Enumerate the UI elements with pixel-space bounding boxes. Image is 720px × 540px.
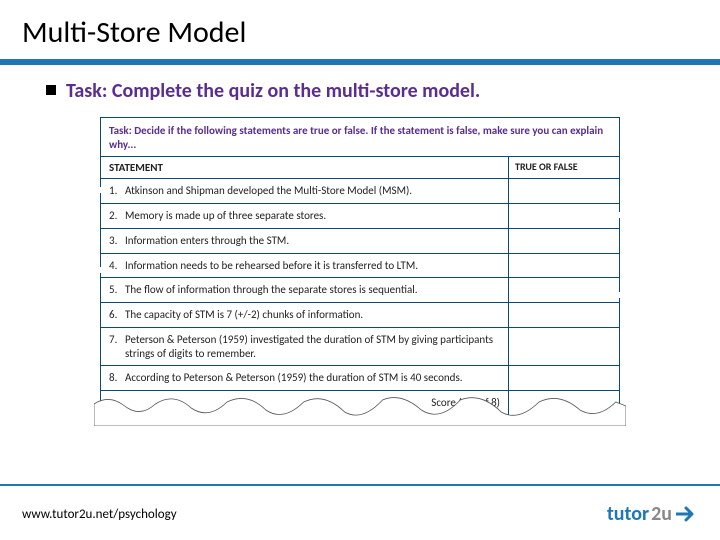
row-tf: [509, 179, 619, 203]
table-row: 3. Information enters through the STM.: [101, 229, 619, 254]
row-num: 8.: [101, 366, 125, 390]
row-statement: Memory is made up of three separate stor…: [125, 204, 509, 228]
quiz-table: Task: Decide if the following statements…: [100, 117, 620, 416]
row-tf: [509, 303, 619, 327]
row-tf: [509, 254, 619, 278]
footer: www.tutor2u.net/psychology tutor2u: [0, 502, 720, 526]
title-divider: [0, 59, 720, 65]
table-row: 5. The flow of information through the s…: [101, 278, 619, 303]
score-row: Score (out of 8): [101, 391, 619, 415]
quiz-image: Task: Decide if the following statements…: [100, 117, 620, 416]
logo-text-a: tutor: [607, 502, 649, 526]
torn-nick-icon: [616, 212, 624, 218]
row-tf: [509, 278, 619, 302]
row-num: 1.: [101, 179, 125, 203]
task-bullet-row: Task: Complete the quiz on the multi-sto…: [46, 79, 674, 103]
page-title: Multi-Store Model: [0, 0, 720, 59]
table-row: 4. Information needs to be rehearsed bef…: [101, 254, 619, 279]
row-statement: Information needs to be rehearsed before…: [125, 254, 509, 278]
table-row: 8. According to Peterson & Peterson (195…: [101, 366, 619, 391]
task-instruction: Task: Complete the quiz on the multi-sto…: [66, 79, 480, 103]
torn-nick-icon: [96, 267, 104, 273]
row-statement: The capacity of STM is 7 (+/-2) chunks o…: [125, 303, 509, 327]
arrow-right-icon: [676, 506, 698, 522]
col-tf-header: TRUE OR FALSE: [509, 157, 619, 179]
table-row: 6. The capacity of STM is 7 (+/-2) chunk…: [101, 303, 619, 328]
slide: Multi-Store Model Task: Complete the qui…: [0, 0, 720, 540]
logo-text-b: 2u: [651, 502, 672, 526]
table-row: 2. Memory is made up of three separate s…: [101, 204, 619, 229]
tutor2u-logo: tutor2u: [607, 502, 698, 526]
row-tf: [509, 204, 619, 228]
content-area: Task: Complete the quiz on the multi-sto…: [0, 79, 720, 416]
score-value: [509, 391, 619, 415]
quiz-column-header: STATEMENT TRUE OR FALSE: [101, 157, 619, 180]
row-statement: Information enters through the STM.: [125, 229, 509, 253]
row-num: 4.: [101, 254, 125, 278]
row-tf: [509, 229, 619, 253]
row-statement: Atkinson and Shipman developed the Multi…: [125, 179, 509, 203]
col-statement-header: STATEMENT: [101, 157, 509, 179]
footer-divider: [0, 484, 720, 486]
row-tf: [509, 366, 619, 390]
table-row: 7. Peterson & Peterson (1959) investigat…: [101, 328, 619, 367]
row-num: 2.: [101, 204, 125, 228]
torn-nick-icon: [616, 292, 624, 298]
row-statement: The flow of information through the sepa…: [125, 278, 509, 302]
row-num: 7.: [101, 328, 125, 366]
row-num: 6.: [101, 303, 125, 327]
row-num: 5.: [101, 278, 125, 302]
score-label: Score (out of 8): [101, 391, 509, 415]
bullet-icon: [46, 85, 56, 95]
row-statement: According to Peterson & Peterson (1959) …: [125, 366, 509, 390]
row-tf: [509, 328, 619, 366]
row-statement: Peterson & Peterson (1959) investigated …: [125, 328, 509, 366]
footer-url: www.tutor2u.net/psychology: [22, 507, 177, 522]
quiz-task-header: Task: Decide if the following statements…: [101, 118, 619, 157]
row-num: 3.: [101, 229, 125, 253]
table-row: 1. Atkinson and Shipman developed the Mu…: [101, 179, 619, 204]
torn-nick-icon: [96, 187, 104, 193]
